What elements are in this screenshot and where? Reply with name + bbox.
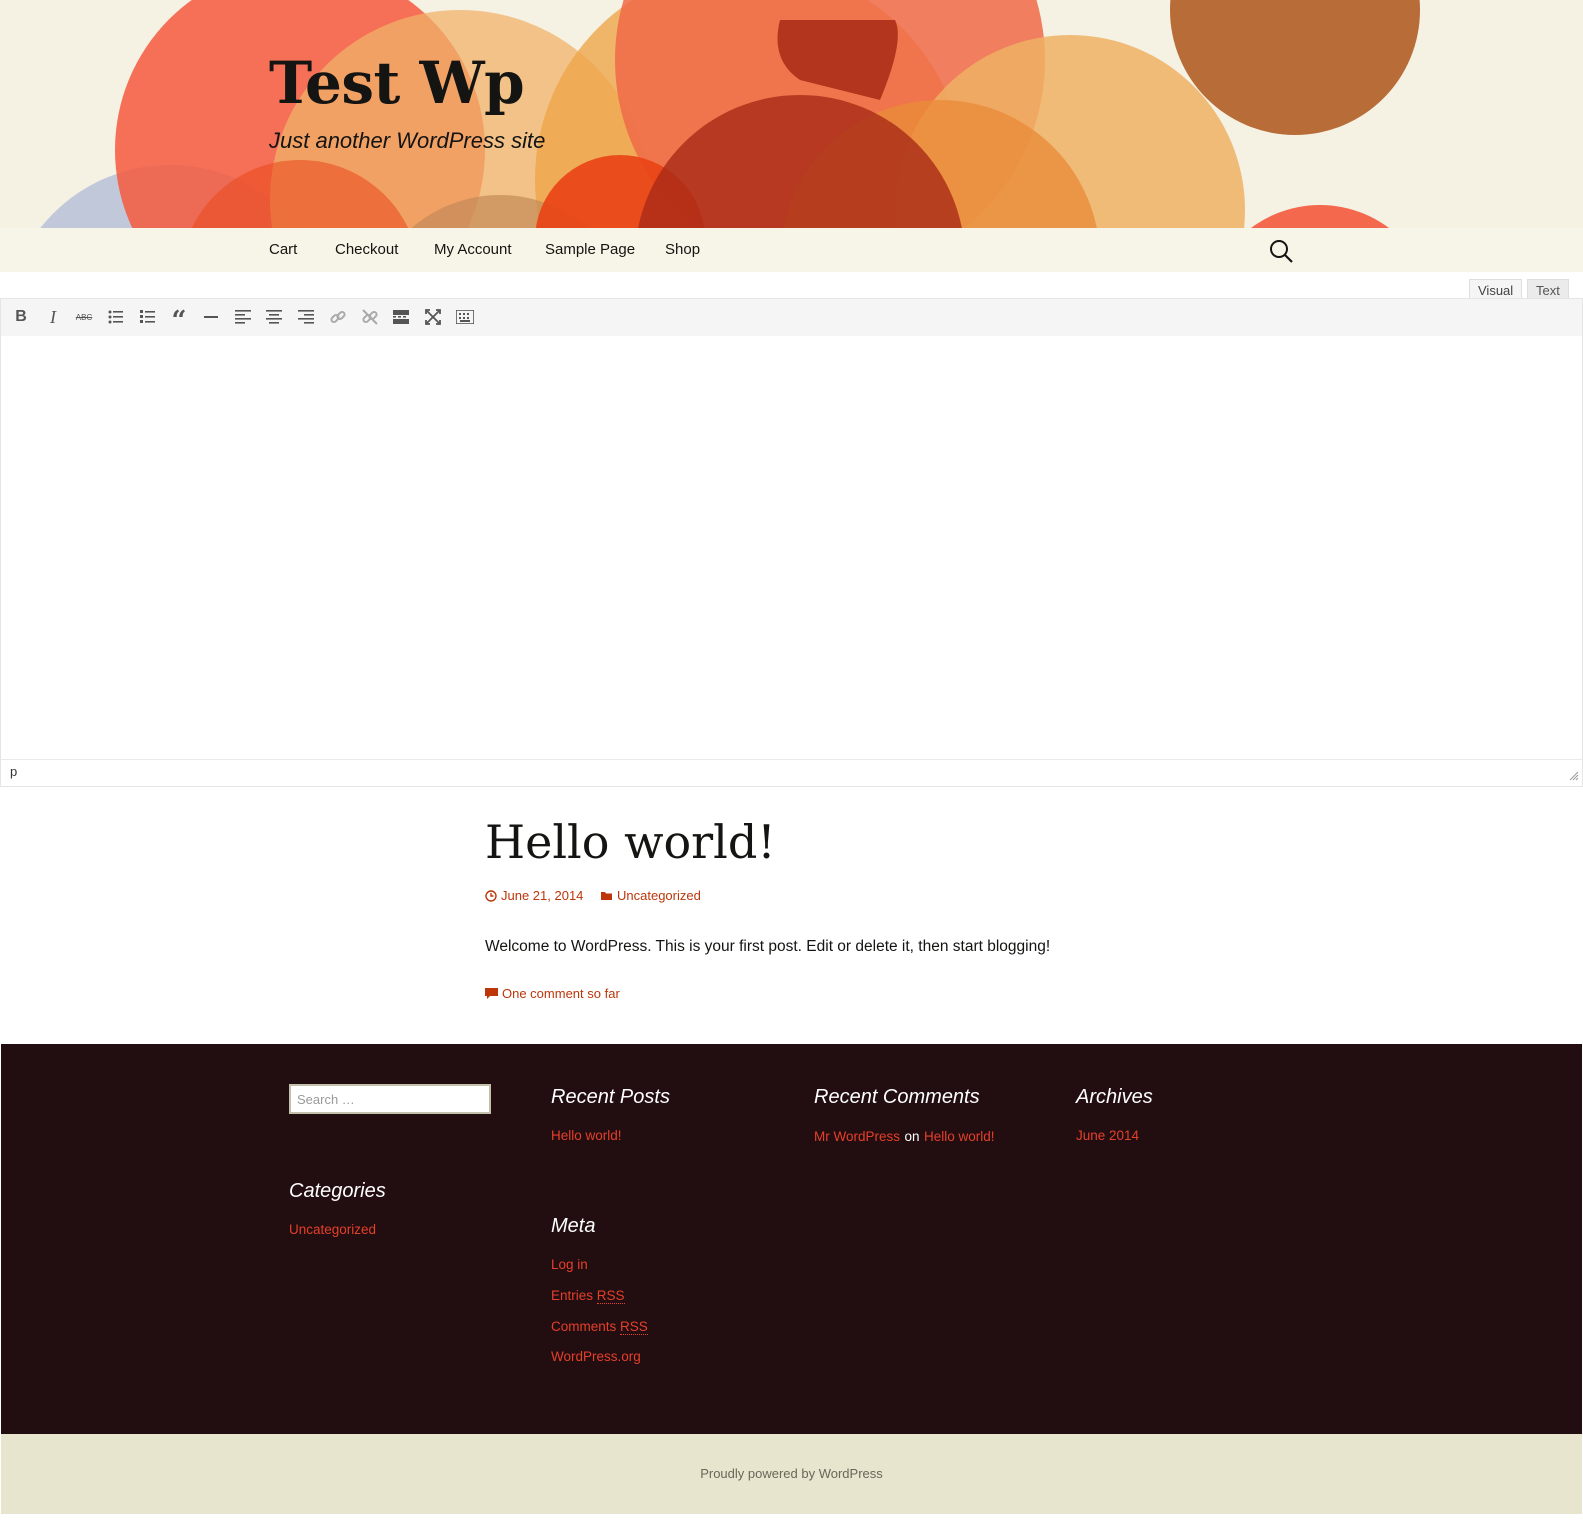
post-category-link[interactable]: Uncategorized: [601, 888, 701, 903]
align-left-icon[interactable]: [232, 306, 254, 328]
post-category: Uncategorized: [617, 888, 701, 903]
nav-item-checkout[interactable]: Checkout: [335, 241, 398, 258]
link-icon[interactable]: [327, 306, 349, 328]
site-header: Test Wp Just another WordPress site Cart…: [0, 0, 1583, 272]
editor-tabs-bar: [0, 272, 1583, 298]
comments-link-label: One comment so far: [502, 986, 620, 1001]
widget-title-categories: Categories: [289, 1180, 386, 1202]
footer-search-input[interactable]: [289, 1084, 491, 1114]
header-image: [0, 0, 1583, 228]
site-footer: Proudly powered by WordPress: [1, 1434, 1582, 1514]
toolbar-toggle-icon[interactable]: [454, 306, 476, 328]
page-bottom: [0, 1514, 1583, 1528]
site-title[interactable]: Test Wp: [269, 51, 525, 116]
strikethrough-icon[interactable]: ABC: [73, 306, 95, 328]
footer-widgets: Categories Uncategorized Recent Posts He…: [1, 1044, 1582, 1434]
widget-title-recent-posts: Recent Posts: [551, 1086, 670, 1108]
archive-link-june-2014[interactable]: June 2014: [1076, 1128, 1139, 1143]
editor-statusbar: p: [0, 759, 1583, 787]
recent-post-link[interactable]: Hello world!: [551, 1128, 622, 1143]
meta-entries-rss-link[interactable]: Entries RSS: [551, 1288, 625, 1304]
post-content: Welcome to WordPress. This is your first…: [485, 938, 1051, 955]
editor-toolbar: B I ABC “: [0, 298, 1583, 337]
tab-visual[interactable]: Visual: [1469, 279, 1523, 300]
comments-rss-abbr: RSS: [620, 1319, 648, 1335]
bold-glyph: B: [15, 308, 27, 325]
comment-post-link[interactable]: Hello world!: [924, 1129, 995, 1144]
align-right-icon[interactable]: [295, 306, 317, 328]
nav-item-shop[interactable]: Shop: [665, 241, 700, 258]
entries-rss-abbr: RSS: [596, 1288, 625, 1304]
horizontal-line-icon[interactable]: [200, 306, 222, 328]
widget-title-recent-comments: Recent Comments: [814, 1086, 980, 1108]
comment-author-link[interactable]: Mr WordPress: [814, 1129, 900, 1144]
folder-icon: [601, 891, 612, 900]
italic-icon[interactable]: I: [42, 306, 64, 328]
primary-navigation: Cart Checkout My Account Sample Page Sho…: [0, 228, 1583, 272]
italic-glyph: I: [50, 306, 56, 327]
numbered-list-icon[interactable]: [137, 306, 159, 328]
entries-rss-prefix: Entries: [551, 1288, 597, 1303]
read-more-icon[interactable]: [390, 306, 412, 328]
comment-icon: [485, 987, 498, 999]
clock-icon: [485, 889, 497, 902]
nav-item-my-account[interactable]: My Account: [434, 241, 512, 258]
editor-path[interactable]: p: [10, 764, 17, 779]
post-date: June 21, 2014: [501, 888, 584, 903]
post-date-link[interactable]: June 21, 2014: [485, 888, 583, 903]
nav-item-sample-page[interactable]: Sample Page: [545, 241, 635, 258]
meta-log-in-link[interactable]: Log in: [551, 1257, 588, 1272]
editor-content-area[interactable]: [0, 336, 1583, 759]
bold-icon[interactable]: B: [10, 306, 32, 328]
blockquote-glyph: “: [171, 306, 187, 336]
blockquote-icon[interactable]: “: [168, 306, 190, 336]
site-tagline: Just another WordPress site: [269, 128, 546, 153]
nav-item-cart[interactable]: Cart: [269, 241, 297, 258]
tab-text[interactable]: Text: [1527, 279, 1569, 300]
widget-title-archives: Archives: [1076, 1086, 1153, 1108]
powered-by-link[interactable]: Proudly powered by WordPress: [1, 1466, 1582, 1481]
meta-comments-rss-link[interactable]: Comments RSS: [551, 1319, 648, 1335]
fullscreen-icon[interactable]: [422, 306, 444, 328]
resize-handle-icon[interactable]: [1569, 768, 1579, 781]
meta-wordpress-org-link[interactable]: WordPress.org: [551, 1349, 641, 1364]
align-center-icon[interactable]: [263, 306, 285, 328]
strikethrough-glyph: ABC: [75, 312, 93, 322]
comments-rss-prefix: Comments: [551, 1319, 621, 1334]
comment-on-text: on: [904, 1129, 920, 1144]
category-link-uncategorized[interactable]: Uncategorized: [289, 1222, 376, 1237]
bulleted-list-icon[interactable]: [105, 306, 127, 328]
unlink-icon[interactable]: [359, 306, 381, 328]
post-title[interactable]: Hello world!: [485, 815, 776, 869]
widget-title-meta: Meta: [551, 1215, 596, 1237]
recent-comment-item: Mr WordPress on Hello world!: [814, 1128, 994, 1146]
search-icon[interactable]: [1268, 238, 1294, 264]
comments-link[interactable]: One comment so far: [485, 986, 620, 1001]
